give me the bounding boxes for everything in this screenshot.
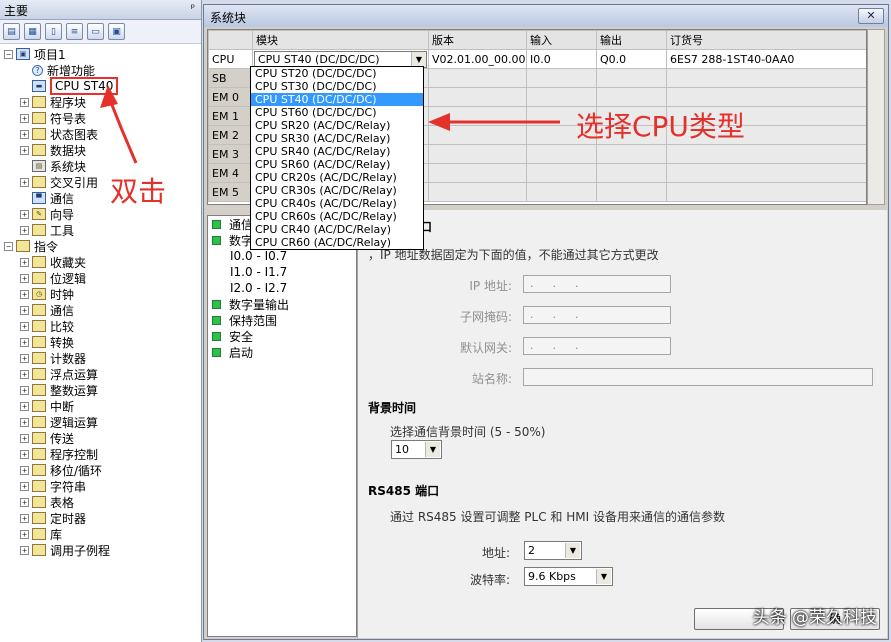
annotation-select-cpu: 选择CPU类型 [576, 110, 745, 143]
annotation-arrows [100, 85, 560, 164]
annotation-double-click: 双击 [110, 175, 167, 208]
arrow-head-select-cpu [428, 113, 450, 131]
watermark: 头条 @荣久科技 [752, 608, 877, 628]
arrow-head-double-click [100, 85, 118, 108]
